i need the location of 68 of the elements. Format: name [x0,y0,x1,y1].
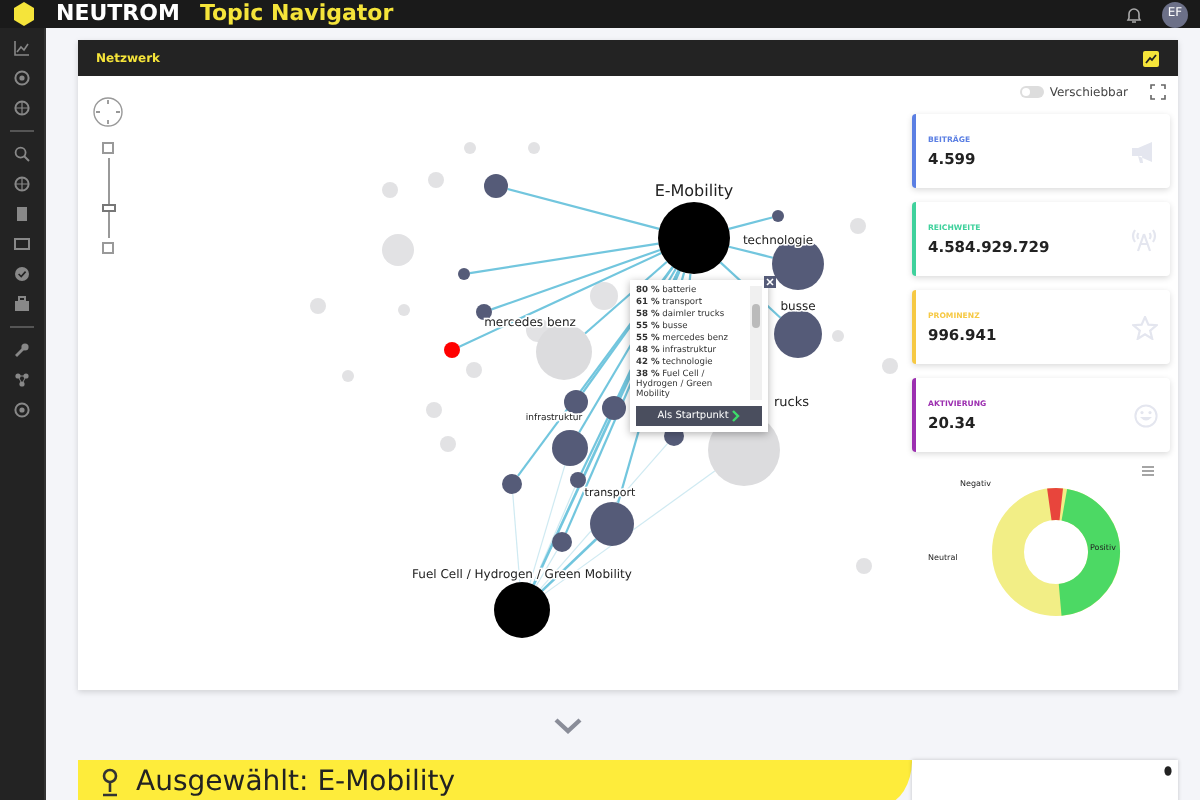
selection-title: Ausgewählt: E-Mobility [136,766,456,798]
graph-node[interactable] [552,430,588,466]
graph-node[interactable] [658,202,730,274]
graph-node[interactable] [444,342,460,358]
pin-icon [100,767,120,797]
star-icon [1132,315,1158,339]
graph-node[interactable] [458,268,470,280]
globe-icon[interactable] [14,100,30,116]
zoom-out-button[interactable] [102,242,114,254]
smiley-icon [1134,403,1158,427]
search-icon[interactable] [14,146,30,162]
graph-node[interactable] [440,436,456,452]
zoom-slider-handle[interactable] [101,204,115,213]
node-label: E-Mobility [654,182,734,200]
graph-node[interactable] [382,182,398,198]
graph-node[interactable] [564,390,588,414]
wrench-icon[interactable] [14,342,30,358]
graph-node[interactable] [850,218,866,234]
graph-node[interactable] [590,502,634,546]
graph-node[interactable] [476,304,492,320]
network-icon[interactable] [14,372,30,388]
graph-node[interactable] [570,472,586,488]
graph-node[interactable] [464,142,476,154]
graph-node[interactable] [310,298,326,314]
graph-node[interactable] [466,362,482,378]
brand-name: NEUTROM [56,2,180,26]
graph-node[interactable] [602,396,626,420]
antenna-icon [1130,227,1158,251]
fullscreen-icon[interactable] [1150,84,1166,100]
card-icon[interactable] [14,236,30,252]
line-chart-icon[interactable] [14,40,30,56]
graph-node[interactable] [342,370,354,382]
megaphone-icon [1130,139,1158,163]
graph-node[interactable] [590,282,618,310]
zoom-in-button[interactable] [102,142,114,154]
compass-icon[interactable] [92,96,124,128]
globe-icon[interactable] [14,176,30,192]
graph-node[interactable] [398,304,410,316]
graph-node[interactable] [552,532,572,552]
chevron-down-icon[interactable] [554,717,582,733]
close-icon[interactable] [764,276,776,288]
scrollbar[interactable] [750,286,762,400]
chevron-right-icon [732,410,741,422]
graph-node[interactable] [428,172,444,188]
target-icon[interactable] [14,402,30,418]
graph-node[interactable] [856,558,872,574]
graph-node[interactable] [502,474,522,494]
check-icon[interactable] [14,266,30,282]
document-icon[interactable] [14,206,30,222]
export-icon[interactable] [1142,49,1160,67]
graph-node[interactable] [882,358,898,374]
graph-edge [728,216,773,230]
graph-node[interactable] [528,142,540,154]
graph-node[interactable] [772,210,784,222]
app-title: Topic Navigator [199,2,394,26]
graph-node[interactable] [426,402,442,418]
graph-node[interactable] [484,174,508,198]
target-icon[interactable] [14,70,30,86]
graph-node[interactable] [494,582,550,638]
menu-icon[interactable] [1142,466,1154,476]
graph-node[interactable] [536,324,592,380]
graph-node[interactable] [774,310,822,358]
info-icon[interactable] [1164,766,1172,776]
bell-icon[interactable] [1126,5,1142,23]
graph-node[interactable] [382,234,414,266]
briefcase-icon[interactable] [14,296,30,312]
toggle-switch[interactable] [1019,86,1044,98]
graph-node[interactable] [832,330,844,342]
